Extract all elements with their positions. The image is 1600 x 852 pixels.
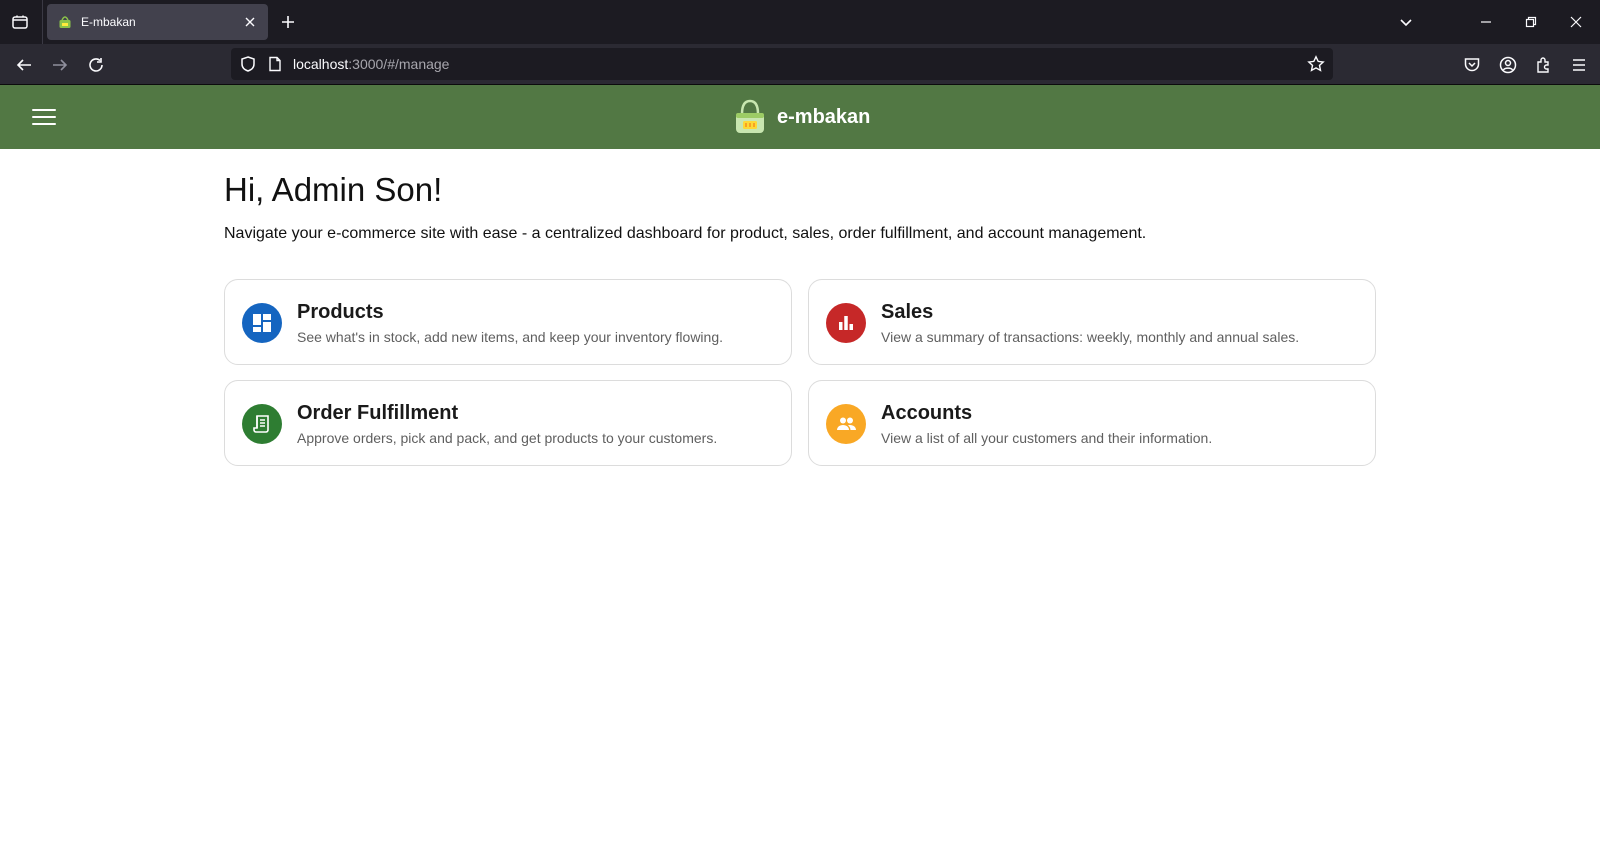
card-description: View a list of all your customers and th… xyxy=(881,430,1213,446)
card-title: Sales xyxy=(881,301,934,323)
card-products[interactable]: Products See what's in stock, add new it… xyxy=(224,279,792,365)
restore-icon[interactable] xyxy=(1521,12,1541,32)
card-title: Products xyxy=(297,301,384,323)
dashboard-icon xyxy=(242,303,282,343)
tab-title: E-mbakan xyxy=(81,15,136,29)
card-accounts[interactable]: Accounts View a list of all your custome… xyxy=(808,380,1376,466)
minimize-icon[interactable] xyxy=(1476,12,1496,32)
app-menu-icon[interactable] xyxy=(1568,54,1590,76)
card-description: See what's in stock, add new items, and … xyxy=(297,329,724,345)
browser-tab[interactable]: E-mbakan xyxy=(47,4,268,40)
card-description: View a summary of transactions: weekly, … xyxy=(881,329,1300,345)
hamburger-menu-icon[interactable] xyxy=(30,105,58,129)
receipt-icon xyxy=(242,404,282,444)
pocket-icon[interactable] xyxy=(1461,54,1483,76)
close-window-icon[interactable] xyxy=(1566,12,1586,32)
reload-icon[interactable] xyxy=(85,54,107,76)
firefox-view-icon[interactable] xyxy=(8,10,32,34)
forward-arrow-icon[interactable] xyxy=(49,54,71,76)
tab-separator xyxy=(42,0,43,44)
page-info-icon[interactable] xyxy=(267,56,283,72)
card-title: Order Fulfillment xyxy=(297,402,459,424)
shield-icon[interactable] xyxy=(239,55,257,73)
basket-favicon-icon xyxy=(57,14,73,30)
card-title: Accounts xyxy=(881,402,973,424)
back-arrow-icon[interactable] xyxy=(13,54,35,76)
url-path: :3000/#/manage xyxy=(348,56,450,72)
bookmark-star-icon[interactable] xyxy=(1307,55,1325,73)
url-text[interactable]: localhost:3000/#/manage xyxy=(293,56,449,72)
brand-name: e-mbakan xyxy=(777,105,871,128)
url-host: localhost xyxy=(293,56,349,72)
card-sales[interactable]: Sales View a summary of transactions: we… xyxy=(808,279,1376,365)
basket-logo-icon xyxy=(736,99,764,133)
extensions-icon[interactable] xyxy=(1533,54,1555,76)
tab-list-chevron-icon[interactable] xyxy=(1396,12,1416,32)
browser-tab-bar: E-mbakan xyxy=(0,0,1600,44)
brand[interactable]: e-mbakan xyxy=(732,98,870,136)
url-bar[interactable]: localhost:3000/#/manage xyxy=(231,48,1333,80)
new-tab-icon[interactable] xyxy=(278,12,298,32)
app-header: e-mbakan xyxy=(0,85,1600,149)
browser-nav-bar: localhost:3000/#/manage xyxy=(0,44,1600,85)
card-description: Approve orders, pick and pack, and get p… xyxy=(297,430,718,446)
page-title: Hi, Admin Son! xyxy=(224,171,443,208)
card-order-fulfillment[interactable]: Order Fulfillment Approve orders, pick a… xyxy=(224,380,792,466)
close-tab-icon[interactable] xyxy=(242,14,258,30)
account-icon[interactable] xyxy=(1497,54,1519,76)
people-icon xyxy=(826,404,866,444)
page-subtitle: Navigate your e-commerce site with ease … xyxy=(224,225,1147,242)
bar-chart-icon xyxy=(826,303,866,343)
